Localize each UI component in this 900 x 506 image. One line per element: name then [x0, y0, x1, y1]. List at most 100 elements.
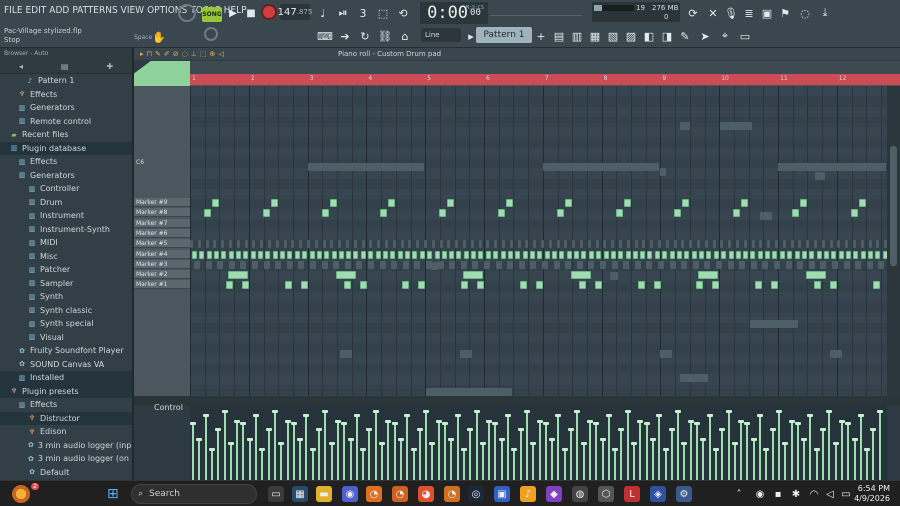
note[interactable] [392, 240, 396, 249]
velocity-bar[interactable] [416, 428, 423, 480]
note[interactable] [244, 240, 248, 249]
velocity-bar[interactable] [807, 414, 814, 480]
select-tool-icon[interactable]: ⬚ [200, 50, 207, 58]
velocity-bar[interactable] [523, 410, 530, 480]
note[interactable] [353, 250, 359, 259]
note[interactable] [242, 281, 249, 290]
note[interactable] [236, 240, 240, 249]
note[interactable] [610, 272, 618, 280]
browser-item[interactable]: ▥ Generators [0, 101, 132, 115]
note[interactable] [806, 271, 826, 280]
velocity-bar[interactable] [341, 422, 348, 480]
editor-icon[interactable]: ▣ [494, 486, 510, 502]
note[interactable] [353, 240, 357, 249]
note[interactable] [402, 260, 409, 269]
note[interactable] [774, 260, 780, 269]
velocity-bar[interactable] [473, 410, 480, 480]
note[interactable] [580, 240, 583, 249]
note[interactable] [518, 260, 525, 269]
piano-roll-icon[interactable]: ▥ [568, 27, 586, 45]
note[interactable] [712, 281, 720, 290]
note[interactable] [790, 240, 794, 249]
note[interactable] [587, 240, 591, 249]
note[interactable] [321, 209, 329, 218]
note[interactable] [424, 240, 427, 249]
note[interactable] [522, 250, 528, 259]
note[interactable] [478, 250, 484, 259]
velocity-bar[interactable] [423, 410, 430, 480]
play-icon-small[interactable]: ➤ [696, 27, 714, 45]
tray-bluetooth-icon[interactable]: ✱ [788, 486, 804, 502]
note[interactable] [502, 240, 505, 249]
menu-edit[interactable]: EDIT [26, 5, 47, 16]
song-mode-toggle[interactable]: SONG [202, 7, 222, 22]
note[interactable] [541, 240, 544, 249]
note[interactable] [228, 250, 234, 259]
note[interactable] [658, 260, 664, 269]
note[interactable] [720, 240, 724, 249]
note[interactable] [434, 250, 440, 259]
note[interactable] [515, 250, 521, 259]
velocity-bar[interactable] [505, 414, 511, 480]
note[interactable] [662, 250, 668, 259]
note[interactable] [275, 240, 279, 249]
snap-select[interactable]: Line [421, 28, 461, 42]
browser-item[interactable]: ▥ Effects [0, 398, 132, 412]
note[interactable] [449, 250, 455, 259]
drum-marker[interactable]: Marker #9 [134, 198, 190, 207]
note[interactable] [456, 250, 462, 259]
control-label[interactable]: Control [154, 403, 183, 412]
velocity-bar[interactable] [763, 448, 770, 480]
mic-icon[interactable]: 🎙 [722, 4, 740, 22]
note[interactable] [762, 260, 769, 269]
velocity-bar[interactable] [479, 442, 486, 480]
browser-item[interactable]: ▥ Remote control [0, 115, 132, 129]
scrollbar-thumb[interactable] [890, 146, 897, 266]
refresh-icon[interactable]: ⟳ [684, 4, 702, 22]
zoom-tool-icon[interactable]: ⊕ [209, 50, 215, 58]
weather-icon[interactable]: 2 [12, 483, 39, 503]
velocity-bar[interactable] [240, 422, 247, 480]
note[interactable] [736, 240, 739, 249]
note[interactable] [866, 260, 873, 269]
pattern-selector[interactable]: Pattern 1 [476, 27, 532, 43]
lens-icon[interactable]: L [624, 486, 640, 502]
note[interactable] [229, 240, 232, 249]
velocity-bar[interactable] [391, 422, 398, 480]
stop-button[interactable]: ■ [242, 4, 260, 22]
velocity-bar[interactable] [838, 420, 845, 480]
note[interactable] [335, 271, 356, 280]
mixer-view-icon[interactable]: ▧ [604, 27, 622, 45]
note[interactable] [830, 350, 842, 358]
tempo-display[interactable]: 147.875 [278, 4, 312, 20]
note[interactable] [588, 260, 595, 269]
velocity-bar[interactable] [511, 448, 518, 480]
note[interactable] [801, 250, 807, 259]
velocity-bar[interactable] [530, 442, 537, 480]
browser-item[interactable]: ▥ Instrument [0, 209, 132, 223]
note[interactable] [484, 260, 490, 269]
note[interactable] [858, 199, 866, 207]
note[interactable] [258, 250, 264, 259]
note[interactable] [404, 250, 410, 259]
note[interactable] [823, 250, 829, 259]
tray-chevron-icon[interactable]: ˄ [734, 486, 744, 502]
velocity-bar[interactable] [631, 442, 637, 480]
note[interactable] [637, 281, 645, 290]
note[interactable] [520, 281, 527, 290]
velocity-bar[interactable] [618, 428, 625, 480]
note[interactable] [263, 260, 270, 269]
velocity-bar[interactable] [549, 438, 556, 480]
browser-item[interactable]: ▥ Effects [0, 155, 132, 169]
note[interactable] [280, 250, 285, 259]
note[interactable] [262, 209, 270, 218]
slice-icon[interactable]: ⊥ [191, 50, 197, 58]
loop-record-icon[interactable]: ⟲ [394, 4, 412, 22]
velocity-bar[interactable] [586, 420, 593, 480]
note[interactable] [190, 240, 193, 249]
velocity-bar[interactable] [662, 448, 669, 480]
note[interactable] [618, 250, 624, 259]
note[interactable] [743, 250, 749, 259]
note[interactable] [439, 240, 443, 249]
note[interactable] [463, 240, 466, 249]
